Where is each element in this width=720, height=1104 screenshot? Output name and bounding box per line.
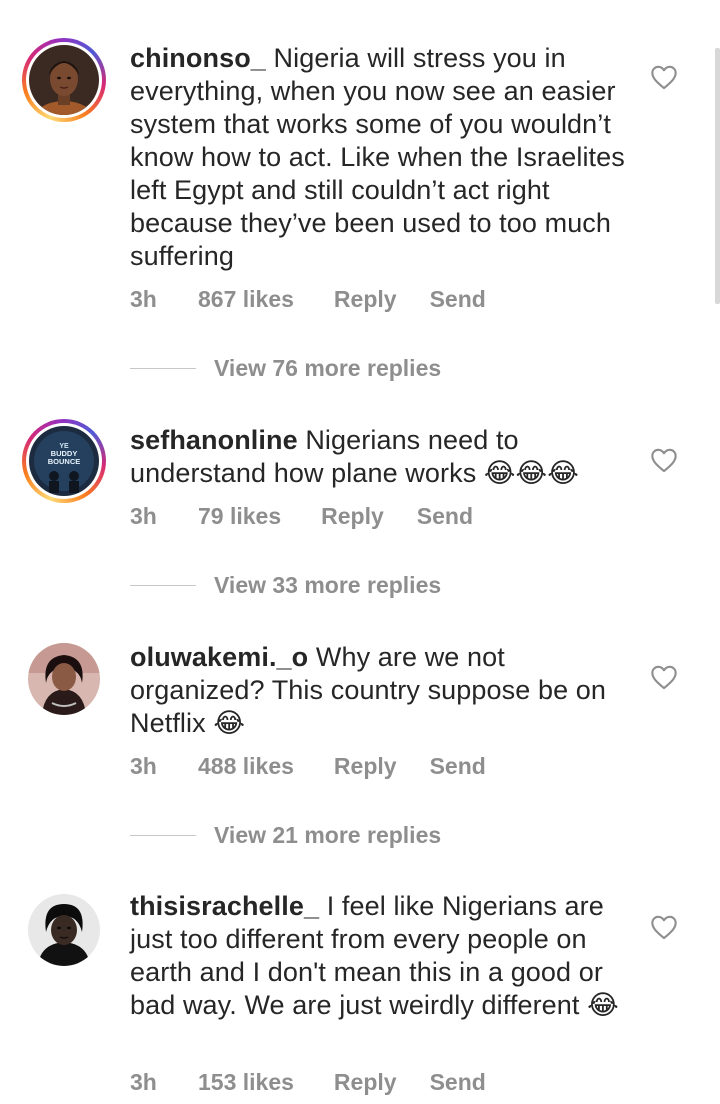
comment-time: 3h (130, 502, 157, 529)
view-replies-label: View 21 more replies (214, 821, 442, 848)
comment-text-block: chinonso_ Nigeria will stress you in eve… (130, 42, 640, 273)
send-button[interactable]: Send (430, 286, 486, 313)
heart-outline-icon[interactable] (650, 664, 678, 690)
replies-divider (130, 834, 196, 836)
scrollbar[interactable] (715, 48, 720, 304)
replies-divider (130, 584, 196, 586)
comment-likes[interactable]: 488 likes (198, 753, 294, 780)
avatar: YE BUDDY BOUNCE (29, 426, 99, 496)
replies-divider (130, 367, 196, 369)
comment-meta: 3h 79 likes Reply Send (130, 501, 473, 531)
view-replies-label: View 33 more replies (214, 571, 442, 598)
reply-button[interactable]: Reply (334, 753, 397, 780)
comment-text-block: sefhanonline Nigerians need to understan… (130, 424, 640, 490)
comment-body: Nigeria will stress you in everything, w… (130, 43, 625, 271)
comment-time: 3h (130, 752, 157, 779)
reply-button[interactable]: Reply (334, 1069, 397, 1096)
avatar (28, 894, 100, 966)
view-replies-button[interactable]: View 21 more replies (130, 820, 441, 850)
comment-username[interactable]: sefhanonline (130, 425, 298, 455)
avatar-story-ring[interactable] (22, 38, 106, 122)
send-button[interactable]: Send (417, 503, 473, 530)
comment-likes[interactable]: 867 likes (198, 286, 294, 313)
comment-time: 3h (130, 1068, 157, 1095)
avatar (29, 45, 99, 115)
comment-username[interactable]: thisisrachelle_ (130, 891, 319, 921)
reply-button[interactable]: Reply (334, 286, 397, 313)
send-button[interactable]: Send (430, 753, 486, 780)
comment-username[interactable]: oluwakemi._o (130, 642, 308, 672)
avatar-wrapper[interactable] (22, 637, 106, 721)
view-replies-button[interactable]: View 33 more replies (130, 570, 441, 600)
comment-meta: 3h 153 likes Reply Send (130, 1067, 486, 1097)
heart-outline-icon[interactable] (650, 447, 678, 473)
avatar-text-line: BOUNCE (48, 457, 81, 466)
heart-outline-icon[interactable] (650, 64, 678, 90)
comment-likes[interactable]: 153 likes (198, 1069, 294, 1096)
avatar (28, 643, 100, 715)
comment-username[interactable]: chinonso_ (130, 43, 266, 73)
send-button[interactable]: Send (430, 1069, 486, 1096)
view-replies-button[interactable]: View 76 more replies (130, 353, 441, 383)
comment-time: 3h (130, 285, 157, 312)
comment-text-block: oluwakemi._o Why are we not organized? T… (130, 641, 640, 740)
comment-meta: 3h 488 likes Reply Send (130, 751, 486, 781)
heart-outline-icon[interactable] (650, 914, 678, 940)
avatar-story-ring[interactable]: YE BUDDY BOUNCE (22, 419, 106, 503)
comment-text-block: thisisrachelle_ I feel like Nigerians ar… (130, 890, 640, 1022)
reply-button[interactable]: Reply (321, 503, 384, 530)
avatar-wrapper[interactable] (22, 888, 106, 972)
comment-likes[interactable]: 79 likes (198, 503, 281, 530)
view-replies-label: View 76 more replies (214, 354, 442, 381)
comment-meta: 3h 867 likes Reply Send (130, 284, 486, 314)
